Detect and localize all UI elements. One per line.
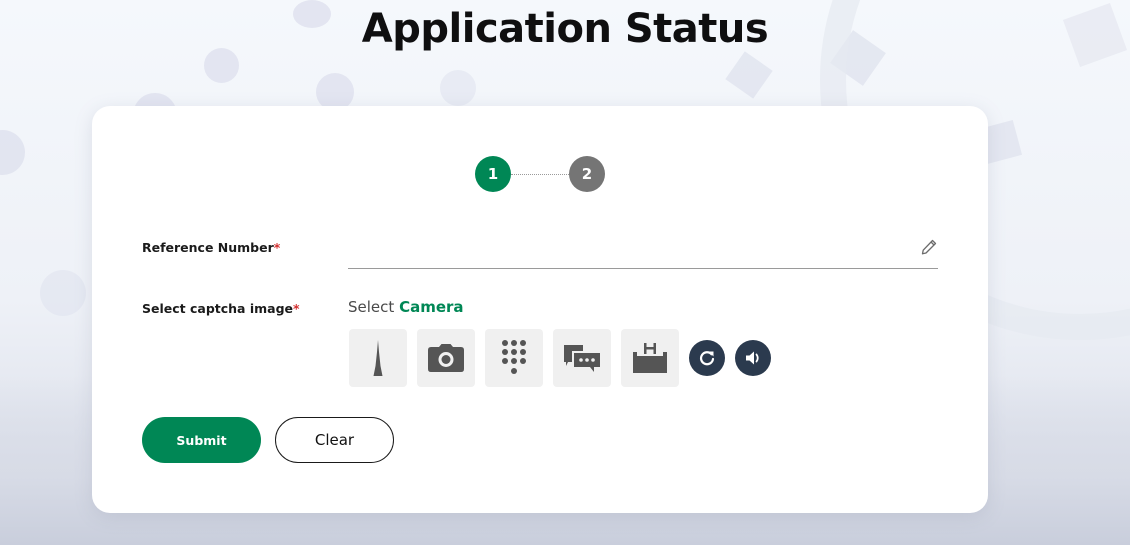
keypad-icon	[502, 340, 526, 374]
speaker-icon	[746, 351, 759, 365]
reference-number-input[interactable]	[348, 230, 908, 267]
captcha-label: Select captcha image*	[142, 301, 300, 316]
captcha-option-camera[interactable]	[417, 329, 475, 387]
camera-icon	[428, 344, 464, 372]
refresh-icon	[699, 351, 715, 366]
required-asterisk: *	[293, 301, 300, 316]
captcha-label-text: Select captcha image	[142, 301, 294, 316]
captcha-prompt: Select Camera	[348, 298, 464, 316]
reference-number-label-text: Reference Number	[142, 240, 274, 255]
captcha-option-keypad[interactable]	[485, 329, 543, 387]
bg-circle	[40, 270, 86, 316]
required-asterisk: *	[273, 240, 281, 255]
chat-icon	[564, 345, 600, 372]
submit-button[interactable]: Submit	[142, 417, 261, 463]
captcha-options	[349, 329, 771, 387]
bg-circle	[440, 70, 476, 106]
pencil-icon[interactable]	[920, 238, 938, 256]
audio-captcha-button[interactable]	[735, 340, 771, 376]
tower-icon	[373, 340, 383, 376]
hospital-icon	[633, 343, 667, 373]
reference-number-field	[348, 230, 938, 269]
refresh-captcha-button[interactable]	[689, 340, 725, 376]
page-title: Application Status	[361, 6, 769, 52]
step-connector	[511, 173, 569, 175]
reference-number-label: Reference Number*	[142, 240, 280, 255]
bg-circle	[204, 48, 239, 83]
captcha-option-chat[interactable]	[553, 329, 611, 387]
clear-button[interactable]: Clear	[275, 417, 394, 463]
step-2-indicator: 2	[569, 156, 605, 192]
captcha-prompt-target: Camera	[399, 298, 464, 316]
step-1-indicator: 1	[475, 156, 511, 192]
bg-square	[725, 51, 773, 99]
captcha-prompt-prefix: Select	[348, 298, 395, 316]
captcha-option-hospital[interactable]	[621, 329, 679, 387]
captcha-option-tower[interactable]	[349, 329, 407, 387]
progress-stepper: 1 2	[475, 156, 605, 192]
application-status-form-card: 1 2 Reference Number* Select captcha ima…	[92, 106, 988, 513]
bg-circle	[0, 130, 25, 175]
bg-circle	[1040, 495, 1086, 541]
